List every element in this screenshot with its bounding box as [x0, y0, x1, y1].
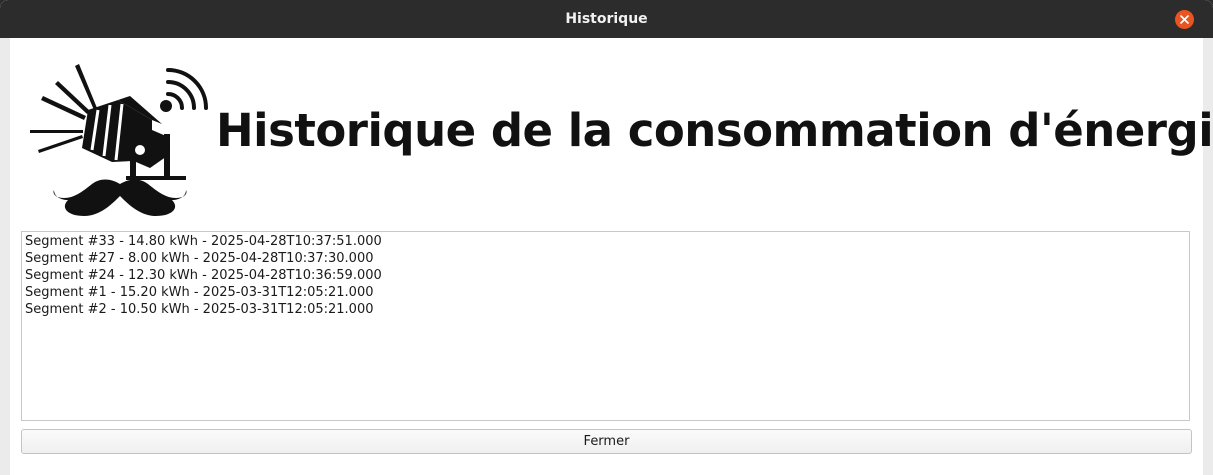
history-window: Historique Historique de la consommation… — [0, 0, 1213, 475]
window-close-button[interactable] — [1175, 10, 1194, 29]
list-item[interactable]: Segment #1 - 15.20 kWh - 2025-03-31T12:0… — [25, 284, 1186, 301]
list-item[interactable]: Segment #33 - 14.80 kWh - 2025-04-28T10:… — [25, 233, 1186, 250]
dialog-content: Historique de la consommation d'énergie … — [10, 38, 1213, 475]
spotlight-mustache-logo — [30, 64, 208, 216]
list-item[interactable]: Segment #24 - 12.30 kWh - 2025-04-28T10:… — [25, 267, 1186, 284]
close-button[interactable]: Fermer — [21, 429, 1192, 454]
close-icon — [1180, 15, 1189, 24]
window-titlebar[interactable]: Historique — [0, 0, 1213, 38]
list-item[interactable]: Segment #27 - 8.00 kWh - 2025-04-28T10:3… — [25, 250, 1186, 267]
page-title: Historique de la consommation d'énergie — [216, 104, 1213, 157]
window-title: Historique — [565, 11, 648, 27]
list-item[interactable]: Segment #2 - 10.50 kWh - 2025-03-31T12:0… — [25, 301, 1186, 318]
mustache-icon — [53, 179, 187, 216]
segment-list[interactable]: Segment #33 - 14.80 kWh - 2025-04-28T10:… — [21, 231, 1190, 421]
wifi-icon — [160, 68, 208, 112]
